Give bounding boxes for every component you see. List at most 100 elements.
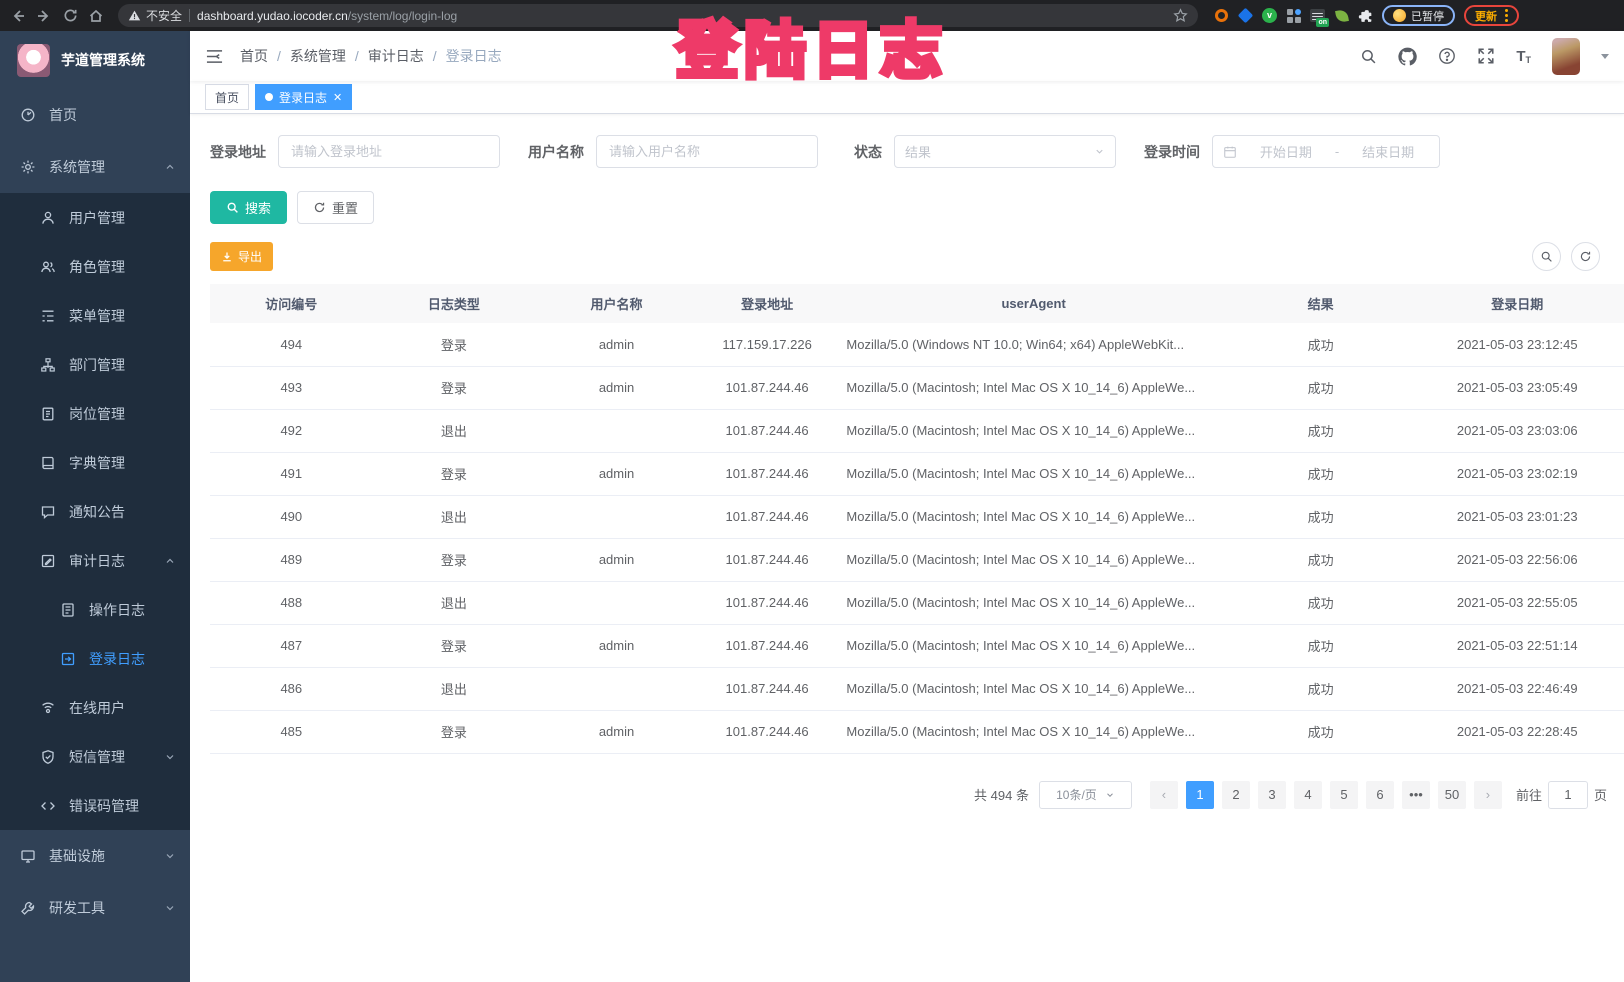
caret-down-icon[interactable] [1601, 54, 1609, 59]
page-buttons: 123456 ••• 50 [1182, 781, 1470, 809]
security-warning[interactable]: 不安全 [128, 7, 182, 24]
table-row[interactable]: 494 登录 admin 117.159.17.226 Mozilla/5.0 … [210, 323, 1624, 366]
sidebar-item-login-log[interactable]: 登录日志 [0, 634, 190, 683]
extension-list-on-icon[interactable]: on [1310, 8, 1325, 23]
table-tools [1532, 242, 1600, 271]
browser-home-button[interactable] [86, 6, 106, 26]
sidebar-item-menus[interactable]: 菜单管理 [0, 291, 190, 340]
extensions-puzzle-icon[interactable] [1358, 8, 1373, 23]
start-date-placeholder: 开始日期 [1245, 142, 1327, 161]
extension-grid-icon[interactable] [1286, 8, 1301, 23]
search-button[interactable]: 搜索 [210, 191, 287, 224]
table-row[interactable]: 485 登录 admin 101.87.244.46 Mozilla/5.0 (… [210, 710, 1624, 753]
url-bar[interactable]: 不安全 dashboard.yudao.iocoder.cn/system/lo… [118, 4, 1198, 27]
github-icon[interactable] [1398, 47, 1417, 66]
browser-menu-icon[interactable] [1505, 9, 1508, 22]
search-icon[interactable] [1360, 48, 1377, 65]
fullscreen-icon[interactable] [1477, 47, 1495, 65]
extension-gem-icon[interactable] [1238, 8, 1253, 23]
status-select[interactable]: 结果 [894, 135, 1116, 168]
sidebar-item-dev-tools[interactable]: 研发工具 [0, 882, 190, 934]
extension-green-icon[interactable]: v [1262, 8, 1277, 23]
page-button[interactable]: 50 [1438, 781, 1466, 809]
browser-back-button[interactable] [8, 6, 28, 26]
cell-address: 101.87.244.46 [698, 710, 837, 753]
range-separator: - [1335, 144, 1339, 159]
chevron-up-icon [164, 161, 176, 173]
paused-badge[interactable]: 已暂停 [1382, 5, 1455, 26]
sidebar-item-departments[interactable]: 部门管理 [0, 340, 190, 389]
col-result: 结果 [1231, 284, 1411, 323]
sidebar-item-infrastructure[interactable]: 基础设施 [0, 830, 190, 882]
sidebar-item-system[interactable]: 系统管理 [0, 141, 190, 193]
table-row[interactable]: 492 退出 101.87.244.46 Mozilla/5.0 (Macint… [210, 409, 1624, 452]
refresh-table-button[interactable] [1571, 242, 1600, 271]
table-row[interactable]: 491 登录 admin 101.87.244.46 Mozilla/5.0 (… [210, 452, 1624, 495]
sidebar-item-operation-log[interactable]: 操作日志 [0, 585, 190, 634]
page-size-select[interactable]: 10条/页 [1039, 781, 1132, 809]
sidebar-item-error-codes[interactable]: 错误码管理 [0, 781, 190, 830]
goto-page-input[interactable] [1548, 781, 1588, 809]
tab-home[interactable]: 首页 [205, 84, 249, 110]
date-range-picker[interactable]: 开始日期 - 结束日期 [1212, 135, 1440, 168]
chevron-up-icon [164, 555, 176, 567]
sidebar-item-notices[interactable]: 通知公告 [0, 487, 190, 536]
hamburger-icon[interactable] [205, 48, 224, 65]
breadcrumb-current: 登录日志 [446, 46, 502, 66]
sidebar-item-audit-log[interactable]: 审计日志 [0, 536, 190, 585]
extension-orange-icon[interactable] [1214, 8, 1229, 23]
sidebar-item-dictionary[interactable]: 字典管理 [0, 438, 190, 487]
page-button[interactable]: 2 [1222, 781, 1250, 809]
col-type: 日志类型 [373, 284, 536, 323]
font-size-icon[interactable]: TT [1516, 48, 1531, 65]
sidebar-item-online-users[interactable]: 在线用户 [0, 683, 190, 732]
sidebar-item-sms[interactable]: 短信管理 [0, 732, 190, 781]
reset-button[interactable]: 重置 [297, 191, 374, 224]
table-row[interactable]: 493 登录 admin 101.87.244.46 Mozilla/5.0 (… [210, 366, 1624, 409]
prev-page-button[interactable]: ‹ [1150, 781, 1178, 809]
close-icon[interactable]: ✕ [333, 91, 342, 104]
search-icon [226, 201, 239, 214]
sidebar-item-roles[interactable]: 角色管理 [0, 242, 190, 291]
cell-id: 494 [210, 323, 373, 366]
cell-useragent: Mozilla/5.0 (Macintosh; Intel Mac OS X 1… [836, 366, 1231, 409]
help-icon[interactable] [1438, 47, 1456, 65]
bookmark-star-icon[interactable] [1173, 8, 1188, 23]
breadcrumb-audit[interactable]: 审计日志 [368, 46, 424, 66]
browser-forward-button[interactable] [34, 6, 54, 26]
toggle-search-button[interactable] [1532, 242, 1561, 271]
cell-id: 489 [210, 538, 373, 581]
update-badge[interactable]: 更新 [1464, 5, 1519, 26]
table-row[interactable]: 489 登录 admin 101.87.244.46 Mozilla/5.0 (… [210, 538, 1624, 581]
tab-login-log[interactable]: 登录日志 ✕ [255, 84, 352, 110]
address-input[interactable] [278, 135, 500, 168]
table-row[interactable]: 490 退出 101.87.244.46 Mozilla/5.0 (Macint… [210, 495, 1624, 538]
browser-reload-button[interactable] [60, 6, 80, 26]
table-row[interactable]: 486 退出 101.87.244.46 Mozilla/5.0 (Macint… [210, 667, 1624, 710]
cell-type: 登录 [373, 323, 536, 366]
page-button[interactable]: 6 [1366, 781, 1394, 809]
cell-username [535, 667, 698, 710]
breadcrumb-home[interactable]: 首页 [240, 46, 268, 66]
sidebar-logo-row[interactable]: 芋道管理系统 [0, 31, 190, 89]
table-row[interactable]: 487 登录 admin 101.87.244.46 Mozilla/5.0 (… [210, 624, 1624, 667]
page-button[interactable]: 1 [1186, 781, 1214, 809]
sidebar-item-users[interactable]: 用户管理 [0, 193, 190, 242]
cell-address: 101.87.244.46 [698, 495, 837, 538]
page-button[interactable]: ••• [1402, 781, 1430, 809]
breadcrumb-system[interactable]: 系统管理 [290, 46, 346, 66]
annotation-watermark: 登陆日志 [676, 0, 948, 90]
cell-date: 2021-05-03 23:12:45 [1410, 323, 1624, 366]
username-input[interactable] [596, 135, 818, 168]
extension-leaf-icon[interactable] [1334, 8, 1349, 23]
sidebar-item-posts[interactable]: 岗位管理 [0, 389, 190, 438]
page-button[interactable]: 3 [1258, 781, 1286, 809]
page-button[interactable]: 4 [1294, 781, 1322, 809]
export-button[interactable]: 导出 [210, 242, 273, 271]
page-button[interactable]: 5 [1330, 781, 1358, 809]
next-page-button[interactable]: › [1474, 781, 1502, 809]
table-row[interactable]: 488 退出 101.87.244.46 Mozilla/5.0 (Macint… [210, 581, 1624, 624]
sidebar-item-home[interactable]: 首页 [0, 89, 190, 141]
avatar[interactable] [1552, 38, 1580, 75]
cell-type: 退出 [373, 409, 536, 452]
